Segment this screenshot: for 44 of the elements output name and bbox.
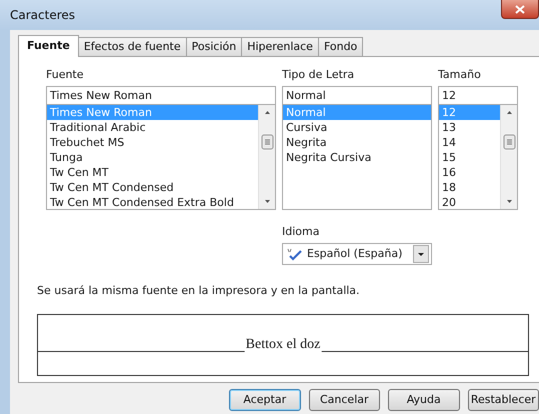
dialog-button[interactable]: Ayuda — [388, 389, 460, 411]
close-button[interactable] — [501, 0, 539, 19]
list-box[interactable]: 12 13 14 15 16 18 20 — [438, 105, 518, 210]
list-item[interactable]: Tw Cen MT Condensed — [47, 180, 258, 195]
input-field[interactable]: Times New Roman — [46, 86, 276, 105]
scrollbar[interactable] — [258, 105, 275, 209]
language-label: Idioma — [282, 224, 320, 238]
list-item[interactable]: Tw Cen MT Condensed Extra Bold — [47, 195, 258, 209]
dialog-button[interactable]: Cancelar — [308, 389, 380, 411]
preview-text: Bettox el doz — [244, 336, 322, 352]
language-dropdown[interactable]: Español (España) — [282, 243, 432, 265]
list-item[interactable]: Negrita — [283, 135, 431, 150]
list-item[interactable]: Cursiva — [283, 120, 431, 135]
input-field[interactable]: 12 — [438, 86, 518, 105]
field-label: Tamaño — [438, 67, 482, 81]
scrollbar[interactable] — [500, 105, 517, 209]
list-box[interactable]: Normal Cursiva Negrita Negrita Cursiva — [282, 105, 432, 210]
spellcheck-icon — [287, 248, 303, 260]
tab[interactable]: Fuente — [18, 35, 79, 57]
dialog-button[interactable]: Restablecer — [468, 389, 539, 411]
list-box[interactable]: Times New Roman Traditional Arabic Trebuchet MS Tunga Tw Cen MT Tw Cen MT Condensed Tw Cen MT Condensed Extra Bold — [46, 105, 276, 210]
list-item[interactable]: Tunga — [47, 150, 258, 165]
list-item[interactable]: 20 — [439, 195, 500, 209]
close-icon — [515, 4, 525, 14]
list-item[interactable]: 16 — [439, 165, 500, 180]
list-item[interactable]: Negrita Cursiva — [283, 150, 431, 165]
field-label: Fuente — [46, 67, 85, 81]
tab[interactable]: Fondo — [318, 37, 364, 56]
input-field[interactable]: Normal — [282, 86, 432, 105]
list-item[interactable]: Tw Cen MT — [47, 165, 258, 180]
list-item[interactable]: Trebuchet MS — [47, 135, 258, 150]
field-label: Tipo de Letra — [282, 67, 356, 81]
list-item[interactable]: 18 — [439, 180, 500, 195]
list-item[interactable]: 15 — [439, 150, 500, 165]
tab[interactable]: Hiperenlace — [241, 37, 319, 56]
list-item[interactable]: Traditional Arabic — [47, 120, 258, 135]
tab[interactable]: Posición — [186, 37, 242, 56]
list-item[interactable]: 14 — [439, 135, 500, 150]
window-title: Caracteres — [10, 7, 76, 24]
list-item[interactable]: 13 — [439, 120, 500, 135]
dialog-button[interactable]: Aceptar — [229, 389, 300, 411]
language-value: Español (España) — [307, 246, 402, 262]
note-text: Se usará la misma fuente en la impresora y en la pantalla. — [37, 283, 361, 299]
tab[interactable]: Efectos de fuente — [78, 37, 187, 56]
